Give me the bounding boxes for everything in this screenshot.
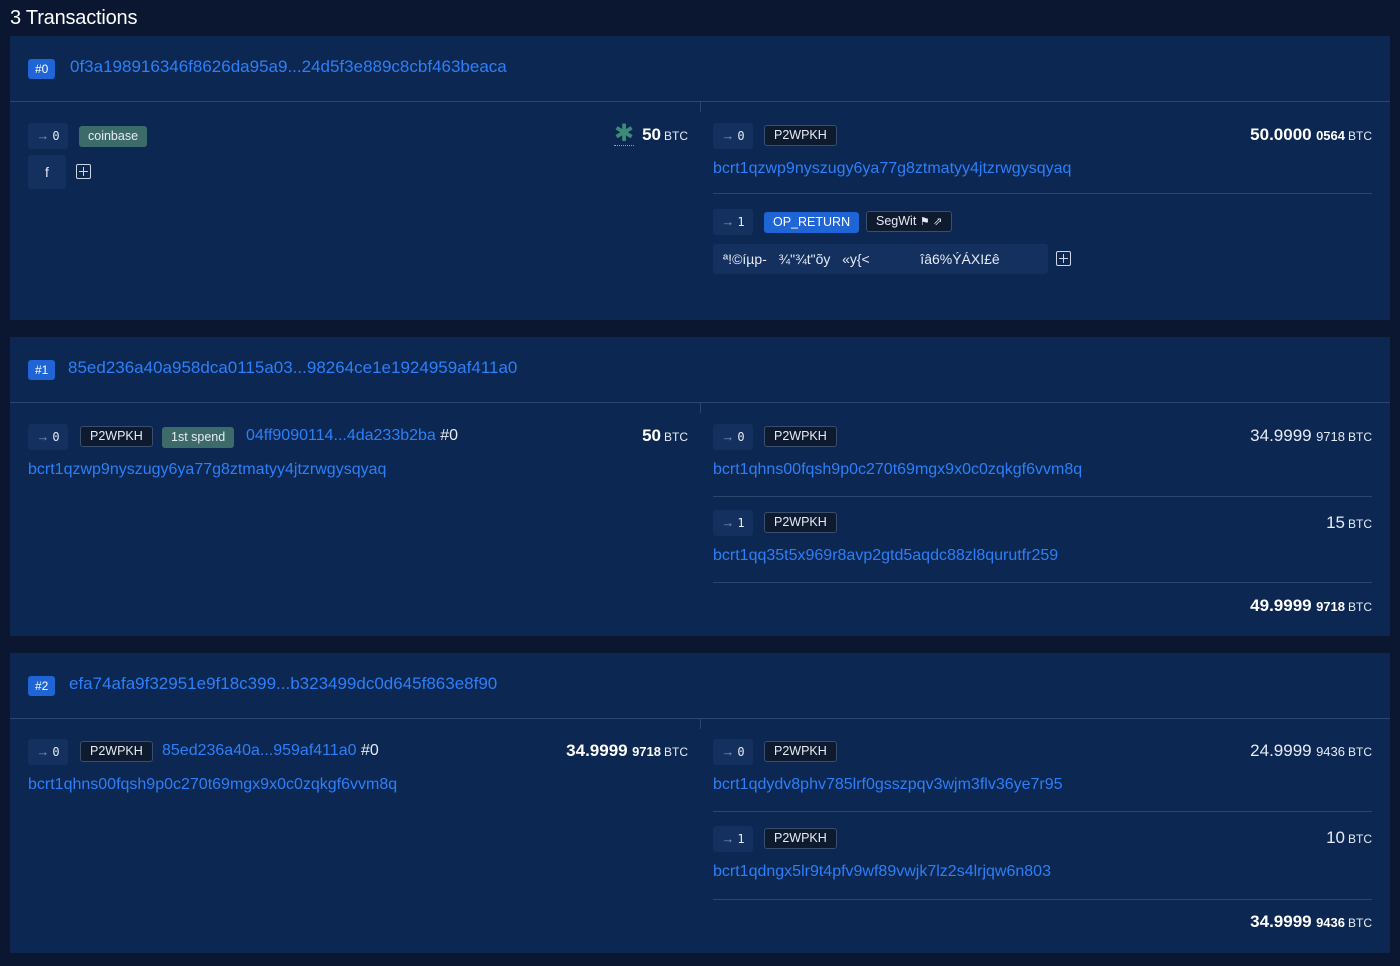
transaction-total: 49.9999 9718 BTC [1250, 596, 1372, 615]
external-link-icon: ⇗ [933, 216, 943, 228]
coinbase-badge: coinbase [79, 126, 148, 147]
transaction-number-badge: #1 [28, 360, 56, 380]
arrow-right-icon: → [36, 429, 50, 444]
transaction-id-link[interactable]: 85ed236a40a958dca0115a03...98264ce1e1924… [68, 358, 517, 378]
script-type-badge: P2WPKH [764, 512, 837, 533]
transaction-total: 34.9999 9436 BTC [1250, 912, 1372, 931]
arrow-right-icon: → [721, 744, 735, 759]
output-index[interactable]: → 0 [713, 739, 753, 765]
column-divider [700, 719, 701, 729]
prevout-link[interactable]: 04ff9090114...4da233b2ba #0 [246, 427, 458, 445]
script-type-badge: P2WPKH [764, 125, 837, 146]
flag-icon: ⚑ [919, 216, 930, 228]
output-divider [713, 582, 1372, 583]
coinbase-asterisk-icon[interactable]: ✱ [614, 122, 635, 146]
output-address-link[interactable]: bcrt1qzwp9nyszugy6ya77g8ztmatyy4jtzrwgys… [713, 160, 1071, 178]
output-amount: 50.0000 0564 BTC [1250, 125, 1372, 144]
script-type-badge: P2WPKH [764, 828, 837, 849]
output-index[interactable]: → 0 [713, 123, 753, 149]
page-title: 3 Transactions [10, 7, 138, 29]
transaction-header: #0 0f3a198916346f8626da95a9...24d5f3e889… [10, 36, 1390, 102]
output-index[interactable]: → 0 [713, 424, 753, 450]
arrow-right-icon: → [36, 744, 50, 759]
input-index[interactable]: → 0 [28, 123, 68, 149]
input-address-link[interactable]: bcrt1qzwp9nyszugy6ya77g8ztmatyy4jtzrwgys… [28, 461, 386, 479]
output-address-link[interactable]: bcrt1qdydv8phv785lrf0gsszpqv3wjm3flv36ye… [713, 776, 1063, 794]
arrow-right-icon: → [721, 831, 735, 846]
arrow-right-icon: → [721, 429, 735, 444]
transaction-number-badge: #0 [28, 59, 56, 79]
transaction-card: #1 85ed236a40a958dca0115a03...98264ce1e1… [10, 337, 1390, 636]
transaction-card: #2 efa74afa9f32951e9f18c399...b323499dc0… [10, 653, 1390, 953]
expand-plus-icon[interactable] [76, 164, 91, 179]
scriptsig-value: f [28, 155, 66, 189]
output-index[interactable]: → 1 [713, 510, 753, 536]
input-address-link[interactable]: bcrt1qhns00fqsh9p0c270t69mgx9x0c0zqkgf6v… [28, 776, 397, 794]
column-divider [700, 403, 701, 413]
prevout-link[interactable]: 85ed236a40a...959af411a0 #0 [162, 742, 379, 760]
transaction-id-link[interactable]: 0f3a198916346f8626da95a9...24d5f3e889c8c… [70, 57, 507, 77]
arrow-right-icon: → [721, 515, 735, 530]
script-type-badge: P2WPKH [80, 426, 153, 447]
output-index[interactable]: → 1 [713, 209, 753, 235]
input-amount: 50 BTC [642, 125, 688, 144]
arrow-right-icon: → [721, 214, 735, 229]
transaction-header: #1 85ed236a40a958dca0115a03...98264ce1e1… [10, 337, 1390, 403]
input-amount: 34.9999 9718 BTC [566, 741, 688, 760]
arrow-right-icon: → [721, 128, 735, 143]
column-divider [700, 102, 701, 112]
segwit-badge[interactable]: SegWit ⚑ ⇗ [866, 211, 953, 232]
output-address-link[interactable]: bcrt1qq35t5x969r8avp2gtd5aqdc88zl8qurutf… [713, 547, 1058, 565]
output-index[interactable]: → 1 [713, 826, 753, 852]
first-spend-badge: 1st spend [162, 427, 235, 448]
output-divider [713, 193, 1372, 194]
arrow-right-icon: → [36, 128, 50, 143]
output-amount: 34.9999 9718 BTC [1250, 426, 1372, 445]
output-divider [713, 496, 1372, 497]
op-return-data: ª!©íµp- ¾"¾t"õy «y{< îâ6%ÝÁXI£ê [713, 244, 1048, 274]
output-amount: 15 BTC [1326, 513, 1372, 532]
script-type-badge: P2WPKH [80, 741, 153, 762]
output-divider [713, 899, 1372, 900]
script-type-badge: P2WPKH [764, 426, 837, 447]
output-amount: 24.9999 9436 BTC [1250, 741, 1372, 760]
input-index[interactable]: → 0 [28, 424, 68, 450]
transaction-id-link[interactable]: efa74afa9f32951e9f18c399...b323499dc0d64… [69, 674, 497, 694]
output-amount: 10 BTC [1326, 828, 1372, 847]
transaction-number-badge: #2 [28, 676, 56, 696]
transaction-card: #0 0f3a198916346f8626da95a9...24d5f3e889… [10, 36, 1390, 320]
input-index[interactable]: → 0 [28, 739, 68, 765]
transaction-header: #2 efa74afa9f32951e9f18c399...b323499dc0… [10, 653, 1390, 719]
script-type-badge: P2WPKH [764, 741, 837, 762]
op-return-badge: OP_RETURN [764, 212, 860, 233]
expand-plus-icon[interactable] [1056, 251, 1071, 266]
output-address-link[interactable]: bcrt1qdngx5lr9t4pfv9wf89vwjk7lz2s4lrjqw6… [713, 863, 1051, 881]
output-address-link[interactable]: bcrt1qhns00fqsh9p0c270t69mgx9x0c0zqkgf6v… [713, 461, 1082, 479]
output-divider [713, 811, 1372, 812]
input-amount: 50 BTC [642, 426, 688, 445]
